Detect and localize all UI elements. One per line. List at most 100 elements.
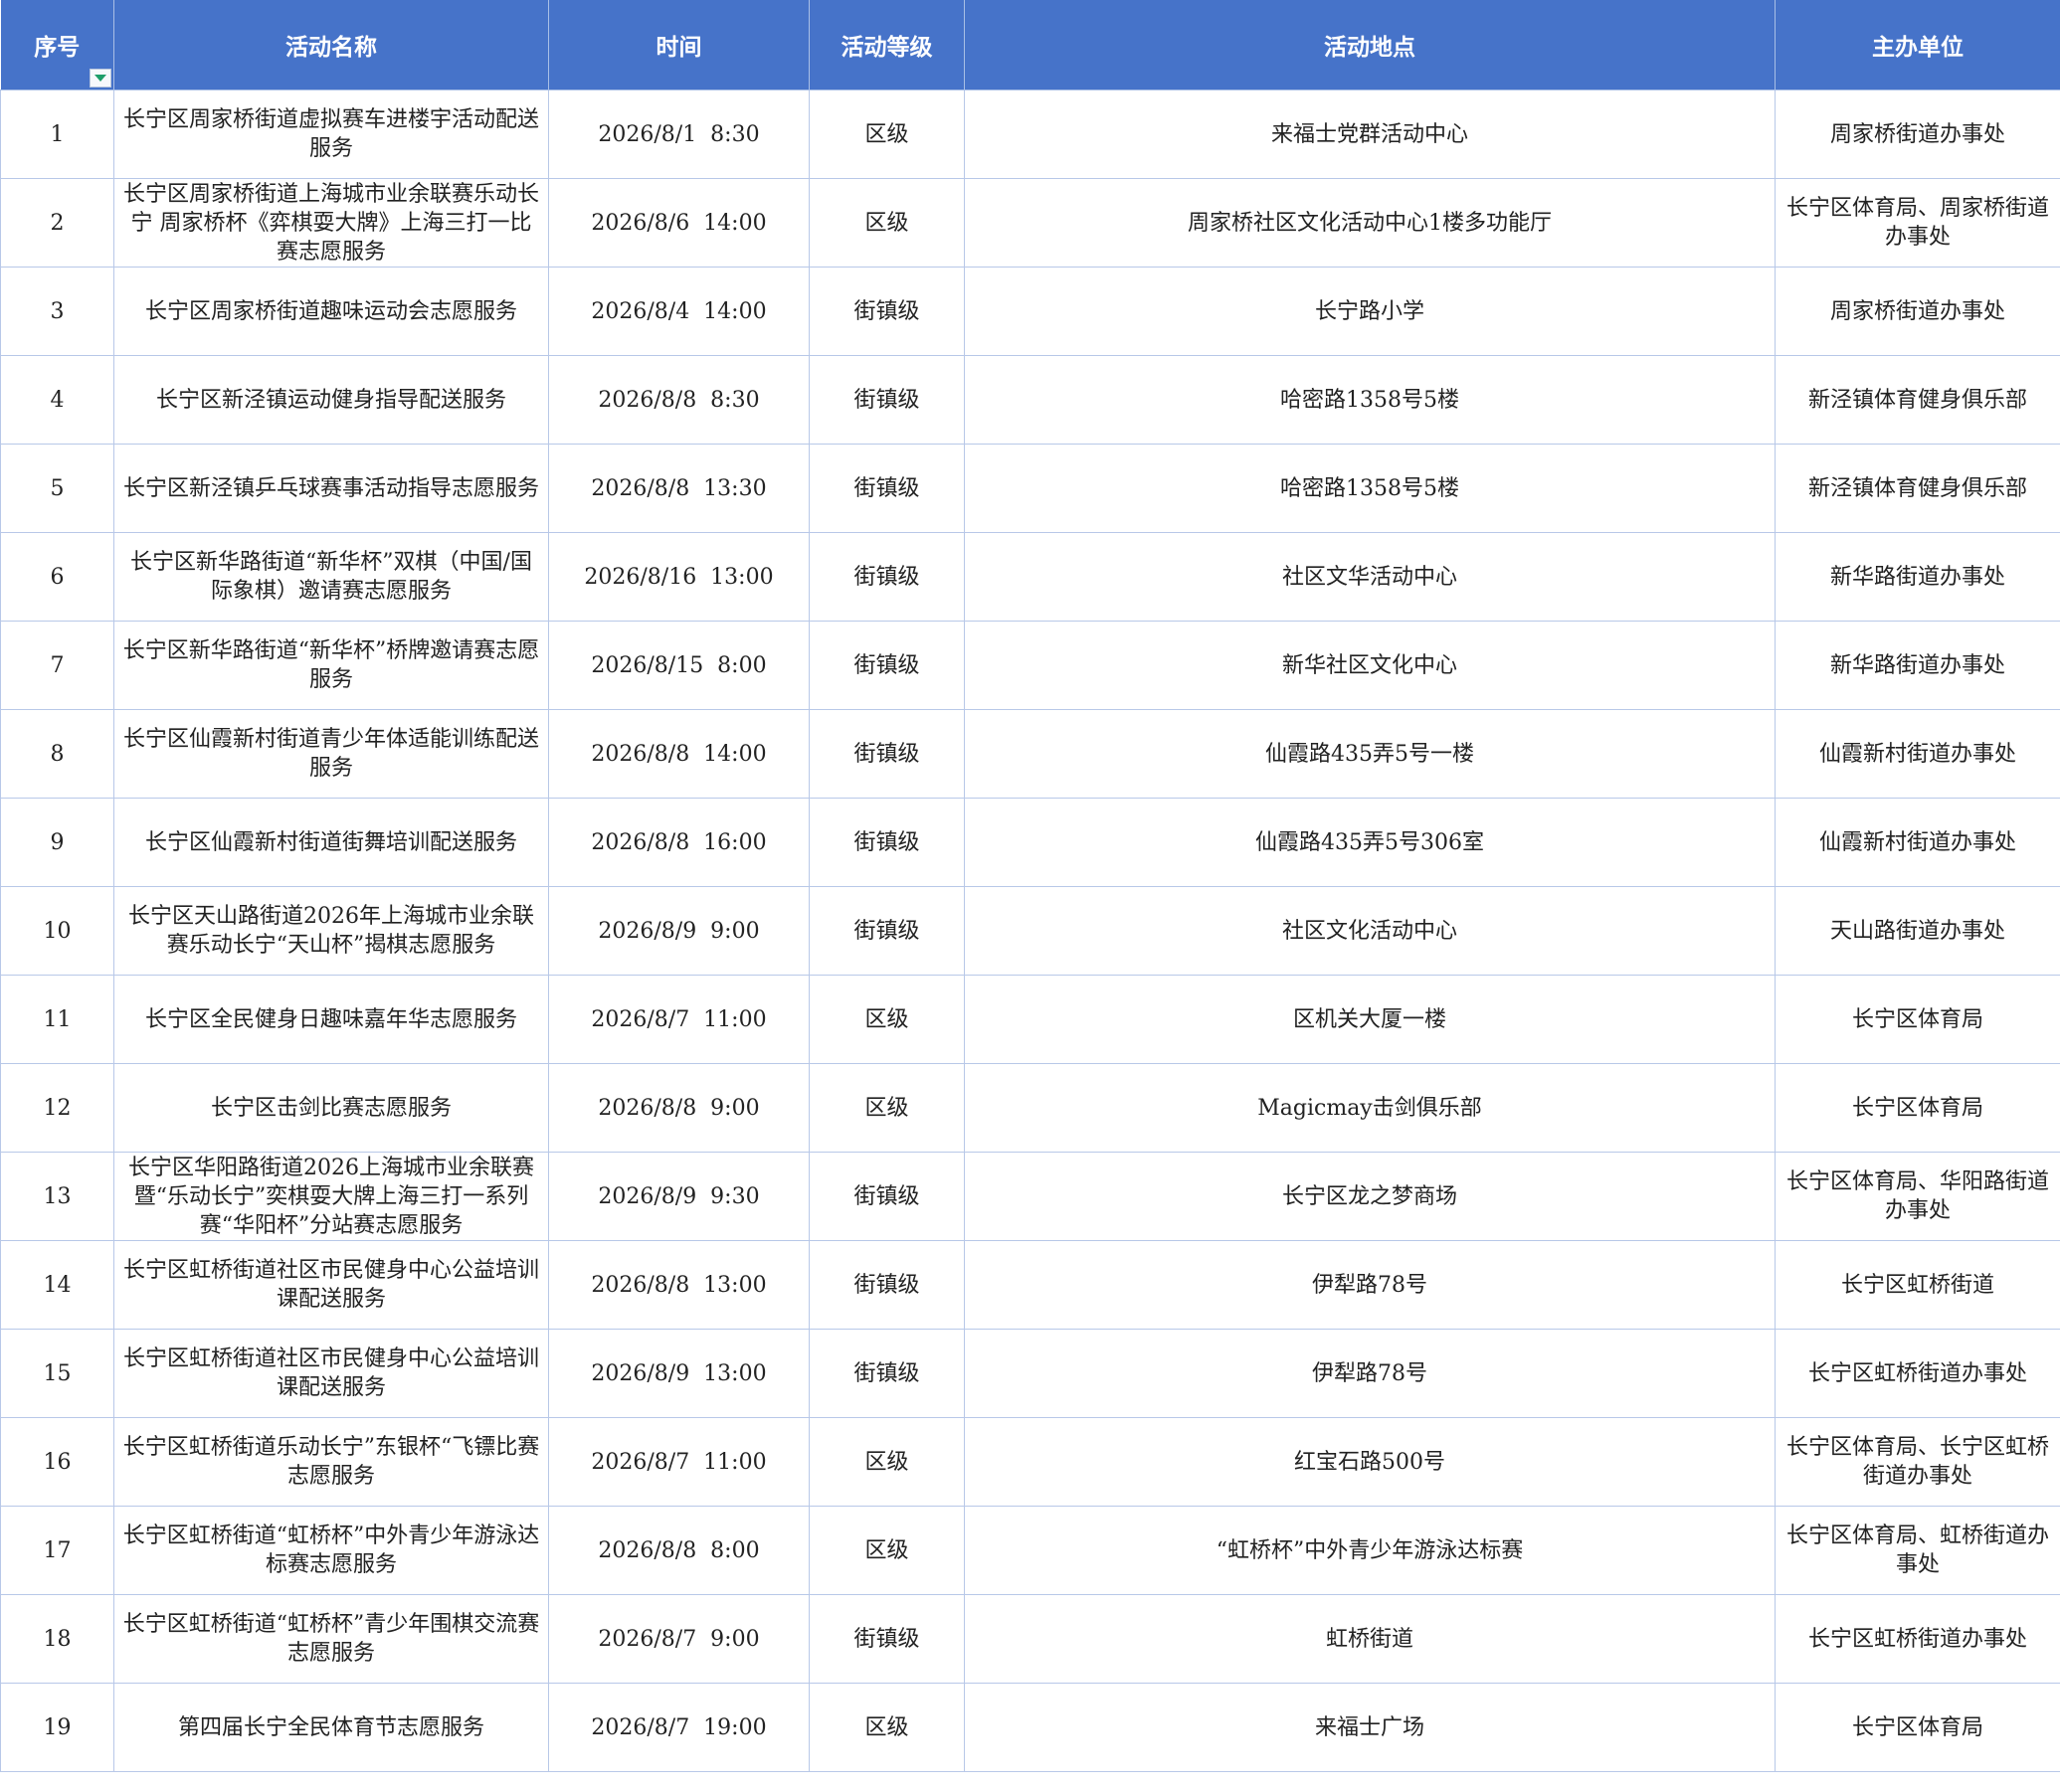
- cell-location[interactable]: 虹桥街道: [964, 1594, 1776, 1684]
- cell-seq[interactable]: 1: [0, 90, 114, 179]
- cell-seq[interactable]: 4: [0, 355, 114, 445]
- cell-seq[interactable]: 6: [0, 532, 114, 622]
- cell-location[interactable]: 社区文华活动中心: [964, 532, 1776, 622]
- cell-organizer[interactable]: 周家桥街道办事处: [1775, 267, 2060, 356]
- cell-level[interactable]: 区级: [809, 1506, 965, 1595]
- cell-level[interactable]: 区级: [809, 1417, 965, 1507]
- cell-activity-name[interactable]: 长宁区虹桥街道乐动长宁”东银杯“飞镖比赛志愿服务: [113, 1417, 549, 1507]
- cell-seq[interactable]: 16: [0, 1417, 114, 1507]
- cell-time[interactable]: 2026/8/6 14:00: [548, 178, 810, 268]
- header-level[interactable]: 活动等级: [809, 0, 965, 90]
- cell-level[interactable]: 街镇级: [809, 355, 965, 445]
- cell-seq[interactable]: 14: [0, 1240, 114, 1330]
- cell-activity-name[interactable]: 长宁区周家桥街道趣味运动会志愿服务: [113, 267, 549, 356]
- cell-time[interactable]: 2026/8/7 11:00: [548, 1417, 810, 1507]
- cell-seq[interactable]: 8: [0, 709, 114, 799]
- cell-location[interactable]: 长宁区龙之梦商场: [964, 1152, 1776, 1241]
- cell-seq[interactable]: 2: [0, 178, 114, 268]
- cell-time[interactable]: 2026/8/8 8:00: [548, 1506, 810, 1595]
- cell-activity-name[interactable]: 长宁区周家桥街道上海城市业余联赛乐动长宁 周家桥杯《弈棋耍大牌》上海三打一比赛志…: [113, 178, 549, 268]
- cell-organizer[interactable]: 仙霞新村街道办事处: [1775, 709, 2060, 799]
- cell-time[interactable]: 2026/8/8 13:00: [548, 1240, 810, 1330]
- cell-activity-name[interactable]: 长宁区仙霞新村街道青少年体适能训练配送服务: [113, 709, 549, 799]
- cell-organizer[interactable]: 新泾镇体育健身俱乐部: [1775, 355, 2060, 445]
- cell-location[interactable]: 社区文化活动中心: [964, 886, 1776, 976]
- cell-activity-name[interactable]: 长宁区虹桥街道社区市民健身中心公益培训课配送服务: [113, 1329, 549, 1418]
- cell-activity-name[interactable]: 第四届长宁全民体育节志愿服务: [113, 1683, 549, 1772]
- cell-organizer[interactable]: 长宁区体育局、虹桥街道办事处: [1775, 1506, 2060, 1595]
- cell-activity-name[interactable]: 长宁区击剑比赛志愿服务: [113, 1063, 549, 1153]
- cell-time[interactable]: 2026/8/9 9:00: [548, 886, 810, 976]
- cell-organizer[interactable]: 周家桥街道办事处: [1775, 90, 2060, 179]
- cell-organizer[interactable]: 新华路街道办事处: [1775, 621, 2060, 710]
- header-organizer[interactable]: 主办单位: [1775, 0, 2060, 90]
- cell-activity-name[interactable]: 长宁区华阳路街道2026上海城市业余联赛暨“乐动长宁”奕棋耍大牌上海三打一系列赛…: [113, 1152, 549, 1241]
- cell-time[interactable]: 2026/8/9 13:00: [548, 1329, 810, 1418]
- cell-time[interactable]: 2026/8/1 8:30: [548, 90, 810, 179]
- cell-seq[interactable]: 18: [0, 1594, 114, 1684]
- cell-time[interactable]: 2026/8/8 14:00: [548, 709, 810, 799]
- cell-organizer[interactable]: 长宁区体育局: [1775, 975, 2060, 1064]
- cell-location[interactable]: 周家桥社区文化活动中心1楼多功能厅: [964, 178, 1776, 268]
- cell-organizer[interactable]: 长宁区体育局、长宁区虹桥街道办事处: [1775, 1417, 2060, 1507]
- cell-organizer[interactable]: 长宁区体育局、周家桥街道办事处: [1775, 178, 2060, 268]
- header-time[interactable]: 时间: [548, 0, 810, 90]
- cell-seq[interactable]: 3: [0, 267, 114, 356]
- cell-location[interactable]: 哈密路1358号5楼: [964, 355, 1776, 445]
- cell-level[interactable]: 区级: [809, 975, 965, 1064]
- cell-time[interactable]: 2026/8/4 14:00: [548, 267, 810, 356]
- cell-organizer[interactable]: 长宁区体育局、华阳路街道办事处: [1775, 1152, 2060, 1241]
- cell-organizer[interactable]: 长宁区虹桥街道办事处: [1775, 1329, 2060, 1418]
- cell-location[interactable]: Magicmay击剑俱乐部: [964, 1063, 1776, 1153]
- cell-organizer[interactable]: 长宁区体育局: [1775, 1063, 2060, 1153]
- cell-level[interactable]: 区级: [809, 1683, 965, 1772]
- cell-activity-name[interactable]: 长宁区虹桥街道“虹桥杯”中外青少年游泳达标赛志愿服务: [113, 1506, 549, 1595]
- cell-level[interactable]: 街镇级: [809, 621, 965, 710]
- cell-time[interactable]: 2026/8/7 11:00: [548, 975, 810, 1064]
- cell-location[interactable]: 区机关大厦一楼: [964, 975, 1776, 1064]
- cell-location[interactable]: 来福士党群活动中心: [964, 90, 1776, 179]
- cell-activity-name[interactable]: 长宁区周家桥街道虚拟赛车进楼宇活动配送服务: [113, 90, 549, 179]
- cell-location[interactable]: “虹桥杯”中外青少年游泳达标赛: [964, 1506, 1776, 1595]
- cell-location[interactable]: 伊犁路78号: [964, 1240, 1776, 1330]
- cell-time[interactable]: 2026/8/7 9:00: [548, 1594, 810, 1684]
- cell-level[interactable]: 区级: [809, 178, 965, 268]
- cell-seq[interactable]: 17: [0, 1506, 114, 1595]
- cell-seq[interactable]: 13: [0, 1152, 114, 1241]
- cell-seq[interactable]: 19: [0, 1683, 114, 1772]
- cell-organizer[interactable]: 仙霞新村街道办事处: [1775, 798, 2060, 887]
- filter-dropdown-button[interactable]: [90, 69, 111, 88]
- cell-organizer[interactable]: 新泾镇体育健身俱乐部: [1775, 444, 2060, 533]
- cell-seq[interactable]: 11: [0, 975, 114, 1064]
- cell-time[interactable]: 2026/8/16 13:00: [548, 532, 810, 622]
- cell-location[interactable]: 仙霞路435弄5号306室: [964, 798, 1776, 887]
- cell-activity-name[interactable]: 长宁区全民健身日趣味嘉年华志愿服务: [113, 975, 549, 1064]
- cell-location[interactable]: 仙霞路435弄5号一楼: [964, 709, 1776, 799]
- cell-time[interactable]: 2026/8/15 8:00: [548, 621, 810, 710]
- cell-organizer[interactable]: 长宁区虹桥街道: [1775, 1240, 2060, 1330]
- cell-time[interactable]: 2026/8/8 8:30: [548, 355, 810, 445]
- cell-activity-name[interactable]: 长宁区新泾镇运动健身指导配送服务: [113, 355, 549, 445]
- cell-level[interactable]: 街镇级: [809, 1240, 965, 1330]
- cell-location[interactable]: 长宁路小学: [964, 267, 1776, 356]
- cell-seq[interactable]: 10: [0, 886, 114, 976]
- cell-level[interactable]: 街镇级: [809, 709, 965, 799]
- cell-location[interactable]: 红宝石路500号: [964, 1417, 1776, 1507]
- cell-level[interactable]: 区级: [809, 1063, 965, 1153]
- cell-activity-name[interactable]: 长宁区仙霞新村街道街舞培训配送服务: [113, 798, 549, 887]
- cell-time[interactable]: 2026/8/9 9:30: [548, 1152, 810, 1241]
- header-location[interactable]: 活动地点: [964, 0, 1776, 90]
- cell-location[interactable]: 新华社区文化中心: [964, 621, 1776, 710]
- cell-location[interactable]: 哈密路1358号5楼: [964, 444, 1776, 533]
- cell-organizer[interactable]: 新华路街道办事处: [1775, 532, 2060, 622]
- cell-level[interactable]: 街镇级: [809, 1152, 965, 1241]
- cell-activity-name[interactable]: 长宁区新华路街道“新华杯”双棋（中国/国际象棋）邀请赛志愿服务: [113, 532, 549, 622]
- cell-organizer[interactable]: 天山路街道办事处: [1775, 886, 2060, 976]
- header-seq[interactable]: 序号: [0, 0, 114, 90]
- cell-organizer[interactable]: 长宁区体育局: [1775, 1683, 2060, 1772]
- cell-level[interactable]: 街镇级: [809, 1329, 965, 1418]
- cell-time[interactable]: 2026/8/8 9:00: [548, 1063, 810, 1153]
- cell-location[interactable]: 来福士广场: [964, 1683, 1776, 1772]
- cell-level[interactable]: 街镇级: [809, 267, 965, 356]
- cell-activity-name[interactable]: 长宁区虹桥街道社区市民健身中心公益培训课配送服务: [113, 1240, 549, 1330]
